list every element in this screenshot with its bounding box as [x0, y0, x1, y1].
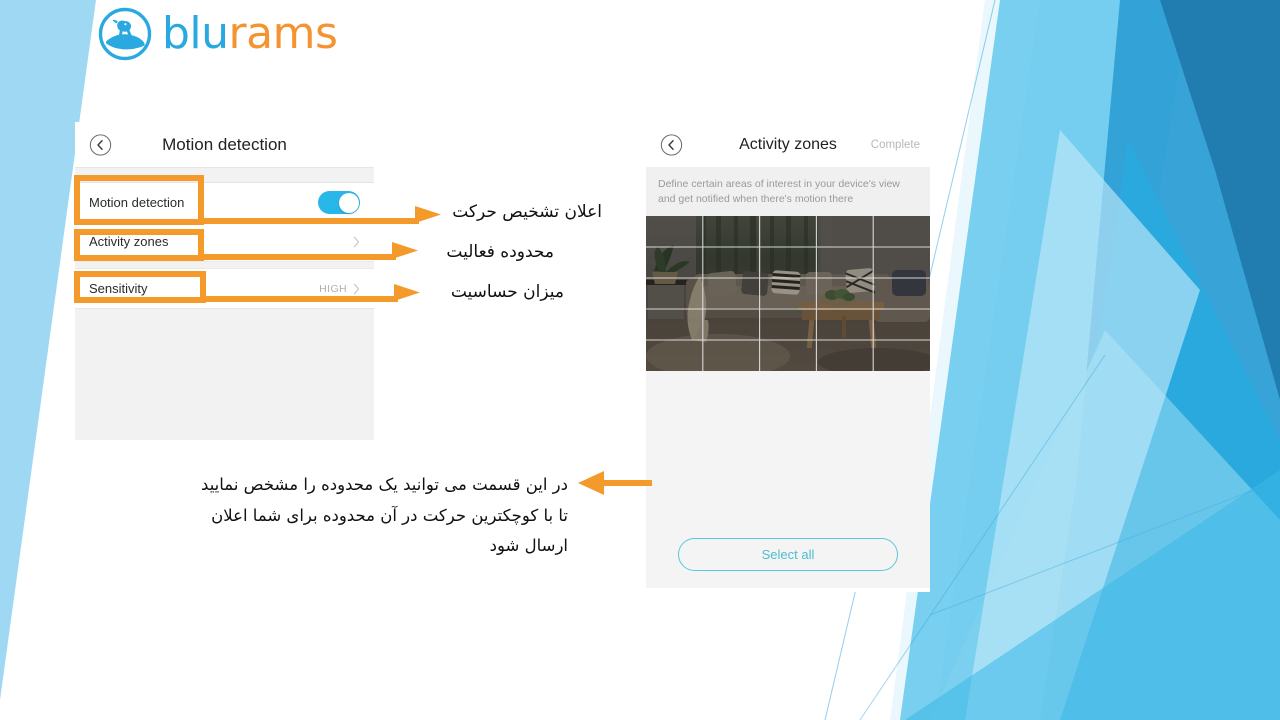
- motion-detection-toggle[interactable]: [318, 191, 360, 214]
- annotation-arrow-4: [578, 471, 652, 495]
- left-nav-bar: Motion detection: [75, 122, 374, 167]
- list-group-separator: [75, 261, 374, 269]
- row-sensitivity[interactable]: Sensitivity HIGH: [75, 269, 374, 308]
- callout-text-2: محدوده فعالیت: [446, 242, 554, 262]
- deco-hairline-3: [929, 479, 1280, 616]
- brand-wordmark: blurams: [162, 12, 338, 56]
- select-all-button[interactable]: Select all: [678, 538, 898, 572]
- row-control-sensitivity: HIGH: [319, 283, 360, 295]
- chevron-right-icon: [353, 236, 360, 247]
- back-chevron-circle-icon[interactable]: [89, 133, 112, 156]
- callout-text-1: اعلان تشخیص حرکت: [452, 202, 602, 222]
- callout-text-3: میزان حساسیت: [450, 282, 564, 302]
- row-label-sensitivity: Sensitivity: [89, 281, 148, 296]
- deco-right-pale-b: [930, 330, 1280, 720]
- deco-right-pale-a: [890, 0, 1280, 720]
- chevron-right-icon: [353, 283, 360, 294]
- row-activity-zones[interactable]: Activity zones: [75, 222, 374, 261]
- brand-name-part2: rams: [228, 8, 338, 59]
- motion-detection-screen: Motion detection Motion detection Activi…: [75, 122, 374, 442]
- left-page-title: Motion detection: [162, 134, 287, 154]
- deco-right-sky-a: [900, 0, 1190, 720]
- deco-right-deep: [1160, 0, 1280, 400]
- deco-right-mid-a: [935, 0, 1280, 720]
- deco-bottom-sweep: [905, 470, 1280, 720]
- right-nav-bar: Activity zones Complete: [646, 122, 930, 167]
- row-motion-detection[interactable]: Motion detection: [75, 183, 374, 222]
- slide-canvas: blurams Motion detection Motion detectio…: [0, 0, 1280, 720]
- callout-paragraph-line-2: تا با کوچکترین حرکت در آن محدوده برای شم…: [211, 505, 568, 525]
- callout-paragraph: در این قسمت می توانید یک محدوده را مشخص …: [148, 470, 568, 562]
- camera-preview[interactable]: [646, 216, 930, 372]
- deco-right-sky-b: [1055, 0, 1280, 720]
- deco-right-pale-c: [965, 130, 1200, 720]
- back-chevron-circle-icon[interactable]: [660, 133, 683, 156]
- activity-zone-grid-overlay[interactable]: [646, 216, 930, 372]
- activity-zones-description: Define certain areas of interest in your…: [646, 167, 930, 217]
- row-label-motion-detection: Motion detection: [89, 195, 185, 210]
- complete-button[interactable]: Complete: [871, 139, 920, 151]
- brand-name-part1: blu: [162, 8, 229, 59]
- list-top-spacer: [75, 167, 374, 183]
- activity-zones-screen: Activity zones Complete Define certain a…: [646, 122, 930, 592]
- callout-paragraph-line-1: در این قسمت می توانید یک محدوده را مشخص …: [201, 475, 568, 494]
- left-empty-area: [75, 308, 374, 440]
- brand-logo: blurams: [98, 6, 368, 62]
- deco-right-teal: [1040, 140, 1280, 720]
- toggle-knob: [338, 192, 359, 213]
- row-label-activity-zones: Activity zones: [89, 234, 169, 249]
- sensitivity-value: HIGH: [319, 282, 347, 295]
- ram-circle-logo-icon: [98, 7, 152, 61]
- row-control-motion-detection: [318, 191, 360, 214]
- callout-paragraph-line-3: ارسال شود: [489, 536, 568, 556]
- row-control-activity-zones: [353, 236, 360, 248]
- activity-zones-body: Select all: [646, 371, 930, 589]
